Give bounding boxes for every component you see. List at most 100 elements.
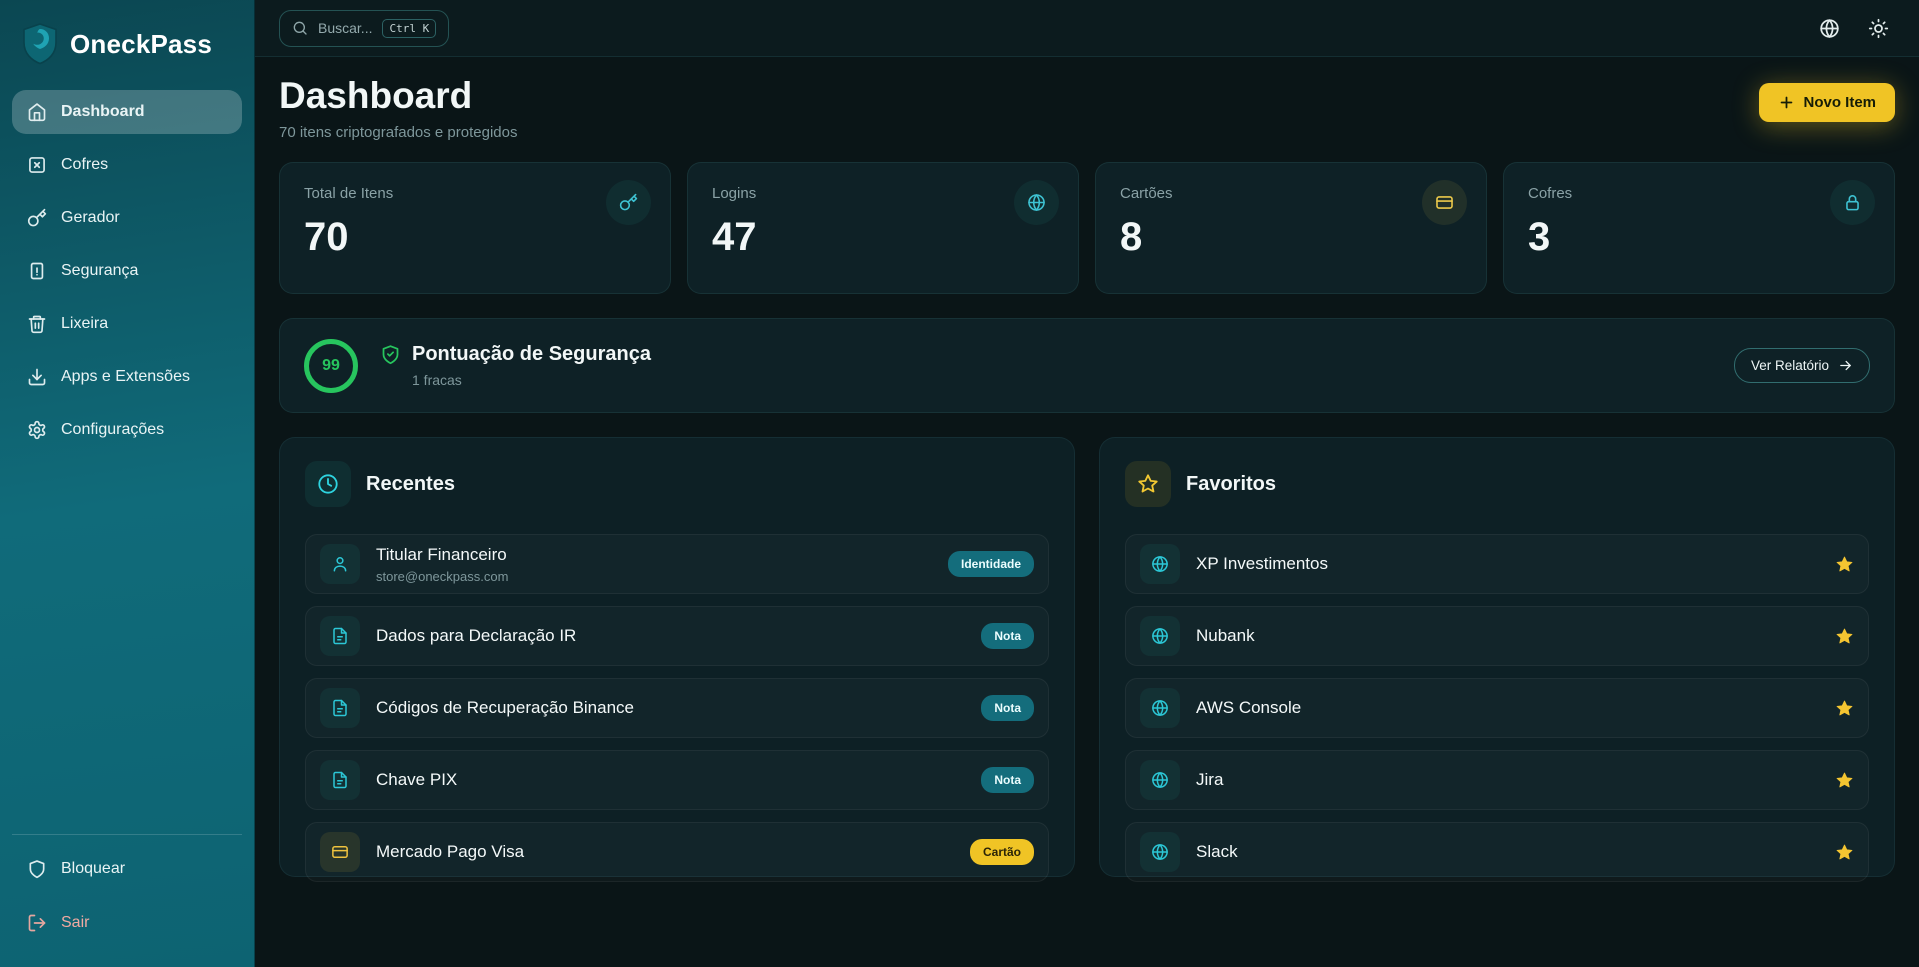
sidebar-item[interactable]: Dashboard [12, 90, 242, 134]
theme-toggle-sun-icon[interactable] [1868, 18, 1889, 39]
sidebar-item[interactable]: Lixeira [12, 302, 242, 346]
page-subtitle: 70 itens criptografados e protegidos [279, 124, 517, 141]
favorite-item[interactable]: XP Investimentos [1125, 534, 1869, 594]
favorite-star-icon[interactable] [1835, 771, 1854, 790]
new-item-button-label: Novo Item [1803, 94, 1876, 111]
favorite-star-icon[interactable] [1835, 843, 1854, 862]
recent-list: Titular Financeiro store@oneckpass.com I… [305, 534, 1049, 882]
file-text-icon [331, 771, 349, 789]
stat-card: Cartões 8 [1095, 162, 1487, 294]
recent-item[interactable]: Dados para Declaração IR Nota [305, 606, 1049, 666]
favorite-item-title: Nubank [1196, 626, 1255, 646]
favorite-item-title: XP Investimentos [1196, 554, 1328, 574]
app-name: OneckPass [70, 29, 212, 60]
recent-item[interactable]: Códigos de Recuperação Binance Nota [305, 678, 1049, 738]
favorite-star-icon[interactable] [1835, 627, 1854, 646]
security-score-ring: 99 [304, 339, 358, 393]
recent-item[interactable]: Mercado Pago Visa Cartão [305, 822, 1049, 882]
stat-card: Logins 47 [687, 162, 1079, 294]
topbar: Buscar... Ctrl K [255, 0, 1919, 57]
shield-icon [27, 859, 47, 879]
item-type-badge: Nota [981, 695, 1034, 721]
recent-item-title: Mercado Pago Visa [376, 842, 524, 862]
panels-row: Recentes Titular Financeiro store@oneckp… [279, 437, 1895, 877]
sidebar: OneckPass Dashboard Cofres Gerador Segur… [0, 0, 255, 967]
favorite-item[interactable]: Slack [1125, 822, 1869, 882]
item-type-badge: Nota [981, 767, 1034, 793]
sidebar-item-label: Dashboard [61, 103, 145, 121]
recent-item-subtitle: store@oneckpass.com [376, 569, 508, 584]
search-shortcut-badge: Ctrl K [382, 19, 436, 38]
favorite-item[interactable]: Jira [1125, 750, 1869, 810]
app-logo: OneckPass [12, 18, 242, 90]
recent-item-title: Titular Financeiro [376, 545, 508, 565]
view-report-button[interactable]: Ver Relatório [1734, 348, 1870, 383]
key-icon [27, 208, 47, 228]
recent-item-title: Chave PIX [376, 770, 457, 790]
search-placeholder: Buscar... [318, 20, 372, 36]
favorite-item[interactable]: AWS Console [1125, 678, 1869, 738]
arrow-right-icon [1838, 358, 1853, 373]
item-type-badge: Nota [981, 623, 1034, 649]
file-text-icon [331, 699, 349, 717]
security-text: Pontuação de Segurança 1 fracas [380, 343, 651, 388]
search-input[interactable]: Buscar... Ctrl K [279, 10, 449, 47]
logout-icon [27, 913, 47, 933]
sidebar-item[interactable]: Configurações [12, 408, 242, 452]
favorite-star-icon[interactable] [1835, 699, 1854, 718]
sidebar-footer-item-label: Bloquear [61, 860, 125, 878]
favorites-panel-title: Favoritos [1186, 473, 1276, 496]
stat-card: Total de Itens 70 [279, 162, 671, 294]
favorite-item-title: Slack [1196, 842, 1238, 862]
star-icon [1137, 473, 1159, 495]
language-globe-icon[interactable] [1819, 18, 1840, 39]
favorites-panel: Favoritos XP Investimentos [1099, 437, 1895, 877]
sidebar-footer-item[interactable]: Bloquear [12, 847, 242, 891]
topbar-actions [1819, 18, 1889, 39]
favorites-panel-header: Favoritos [1125, 461, 1869, 507]
recent-panel-title: Recentes [366, 473, 455, 496]
sidebar-footer-item[interactable]: Sair [12, 901, 242, 945]
dashboard-content: Dashboard 70 itens criptografados e prot… [255, 57, 1919, 967]
security-title: Pontuação de Segurança [412, 343, 651, 366]
search-icon [292, 20, 308, 36]
lock-icon [1843, 193, 1862, 212]
sidebar-item[interactable]: Cofres [12, 143, 242, 187]
globe-icon [1151, 699, 1169, 717]
trash-icon [27, 314, 47, 334]
recent-item[interactable]: Titular Financeiro store@oneckpass.com I… [305, 534, 1049, 594]
recent-item[interactable]: Chave PIX Nota [305, 750, 1049, 810]
home-icon [27, 102, 47, 122]
clock-icon [317, 473, 339, 495]
user-icon [331, 555, 349, 573]
sidebar-item[interactable]: Segurança [12, 249, 242, 293]
stat-label: Cartões [1120, 185, 1462, 202]
sidebar-footer-item-label: Sair [61, 914, 89, 932]
page-header: Dashboard 70 itens criptografados e prot… [279, 75, 1895, 141]
favorite-item-title: AWS Console [1196, 698, 1301, 718]
globe-icon [1151, 771, 1169, 789]
security-score-value: 99 [322, 357, 340, 375]
doc-alert-icon [27, 261, 47, 281]
favorite-item[interactable]: Nubank [1125, 606, 1869, 666]
view-report-label: Ver Relatório [1751, 358, 1829, 373]
stat-value: 70 [304, 217, 646, 257]
app-logo-icon [20, 22, 60, 66]
plus-icon [1778, 94, 1795, 111]
security-score-card: 99 Pontuação de Segurança 1 fracas Ver R… [279, 318, 1895, 413]
stat-label: Cofres [1528, 185, 1870, 202]
sidebar-item-label: Apps e Extensões [61, 368, 190, 386]
sidebar-item[interactable]: Apps e Extensões [12, 355, 242, 399]
recent-panel-header: Recentes [305, 461, 1049, 507]
gear-icon [27, 420, 47, 440]
sidebar-footer: Bloquear Sair [12, 834, 242, 945]
globe-icon [1151, 555, 1169, 573]
favorites-list: XP Investimentos Nubank [1125, 534, 1869, 882]
stats-row: Total de Itens 70 Logins 47 Cartões 8 [279, 162, 1895, 294]
stat-value: 8 [1120, 217, 1462, 257]
new-item-button[interactable]: Novo Item [1759, 83, 1895, 122]
recent-panel: Recentes Titular Financeiro store@oneckp… [279, 437, 1075, 877]
favorite-star-icon[interactable] [1835, 555, 1854, 574]
sidebar-item[interactable]: Gerador [12, 196, 242, 240]
globe-icon [1151, 627, 1169, 645]
